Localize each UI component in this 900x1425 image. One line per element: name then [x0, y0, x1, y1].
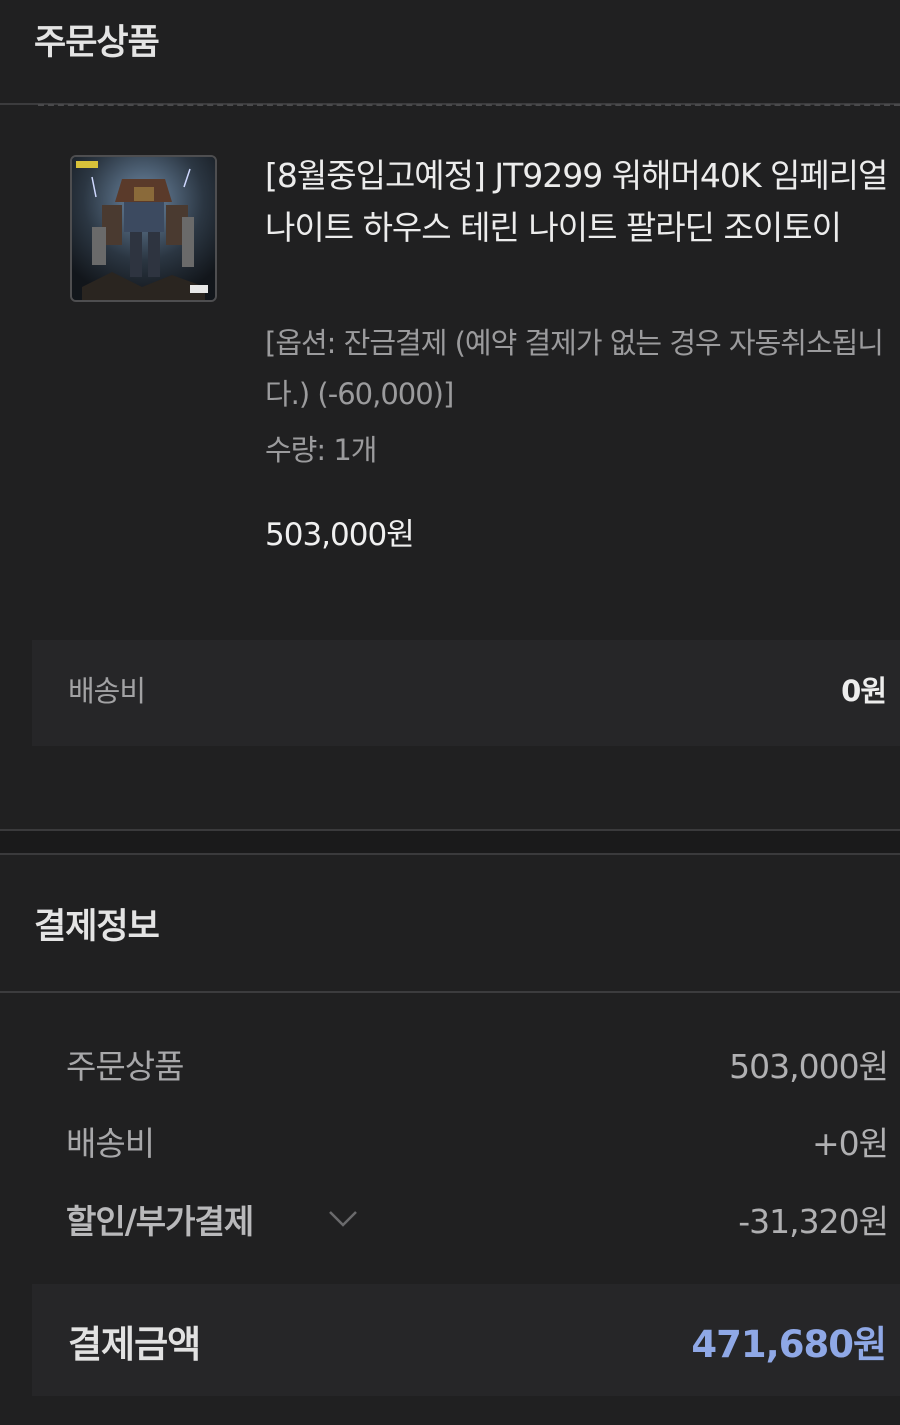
- payment-total-box: 결제금액 471,680원: [32, 1284, 900, 1396]
- product-option: [옵션: 잔금결제 (예약 결제가 없는 경우 자동취소됩니다.) (-60,0…: [265, 326, 884, 411]
- payment-items-label: 주문상품: [66, 1047, 184, 1086]
- payment-row-shipping: 배송비 +0원: [0, 1119, 900, 1169]
- payment-discount-value: -31,320원: [738, 1202, 889, 1241]
- payment-total-label: 결제금액: [68, 1323, 201, 1366]
- payment-shipping-value: +0원: [811, 1124, 889, 1163]
- payment-row-items: 주문상품 503,000원: [0, 1042, 900, 1092]
- order-summary-page: 주문상품 [8월중입고예정] JT9299 워해머40K 임페리얼 나이트 하우…: [0, 0, 900, 1425]
- payment-row-discount[interactable]: 할인/부가결제 -31,320원: [0, 1197, 900, 1247]
- order-dashed-divider: [38, 104, 900, 106]
- payment-shipping-label: 배송비: [66, 1124, 155, 1163]
- shipping-fee-value: 0원: [841, 674, 887, 708]
- payment-header-divider: [0, 991, 900, 993]
- product-thumbnail-illustration: [72, 157, 215, 300]
- product-price: 503,000원: [265, 517, 415, 553]
- product-quantity: 수량: 1개: [265, 433, 377, 467]
- payment-discount-label[interactable]: 할인/부가결제: [66, 1197, 254, 1247]
- payment-info-title: 결제정보: [34, 907, 160, 947]
- product-name[interactable]: [8월중입고예정] JT9299 워해머40K 임페리얼 나이트 하우스 테린 …: [265, 150, 890, 254]
- payment-total-value: 471,680원: [691, 1323, 887, 1366]
- shipping-fee-box: 배송비 0원: [32, 640, 900, 746]
- payment-items-value: 503,000원: [729, 1047, 889, 1086]
- chevron-down-icon[interactable]: [328, 1203, 358, 1233]
- product-thumbnail-image[interactable]: [70, 155, 217, 302]
- section-separator: [0, 829, 900, 855]
- order-items-title: 주문상품: [34, 23, 160, 63]
- shipping-fee-label: 배송비: [68, 674, 146, 708]
